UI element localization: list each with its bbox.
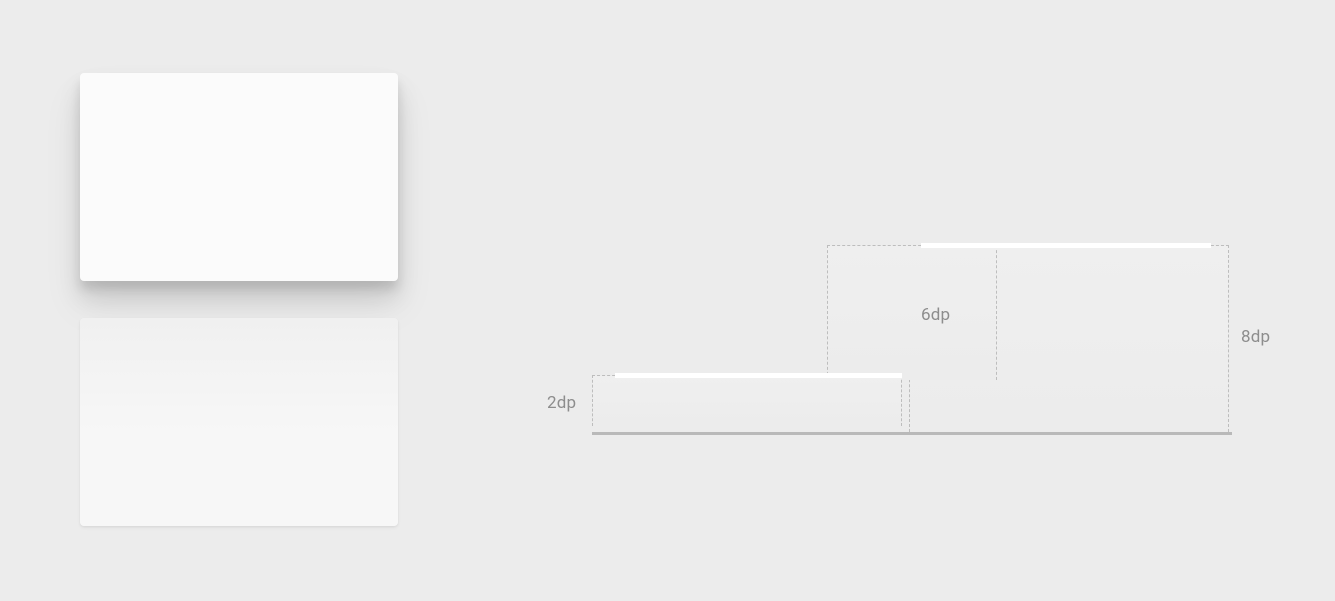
- top-surface-8dp: [921, 243, 1211, 248]
- diagram-baseline: [592, 432, 1232, 435]
- elevation-box-6dp: [827, 245, 997, 380]
- label-6dp: 6dp: [921, 305, 950, 325]
- elevation-box-2dp: [592, 375, 902, 426]
- label-2dp: 2dp: [547, 393, 576, 413]
- elevation-diagram: 2dp 6dp 8dp: [547, 245, 1277, 445]
- elevated-card: [80, 73, 398, 281]
- low-elevation-card: [80, 318, 398, 526]
- top-surface-2dp: [615, 373, 902, 378]
- label-8dp: 8dp: [1241, 327, 1270, 347]
